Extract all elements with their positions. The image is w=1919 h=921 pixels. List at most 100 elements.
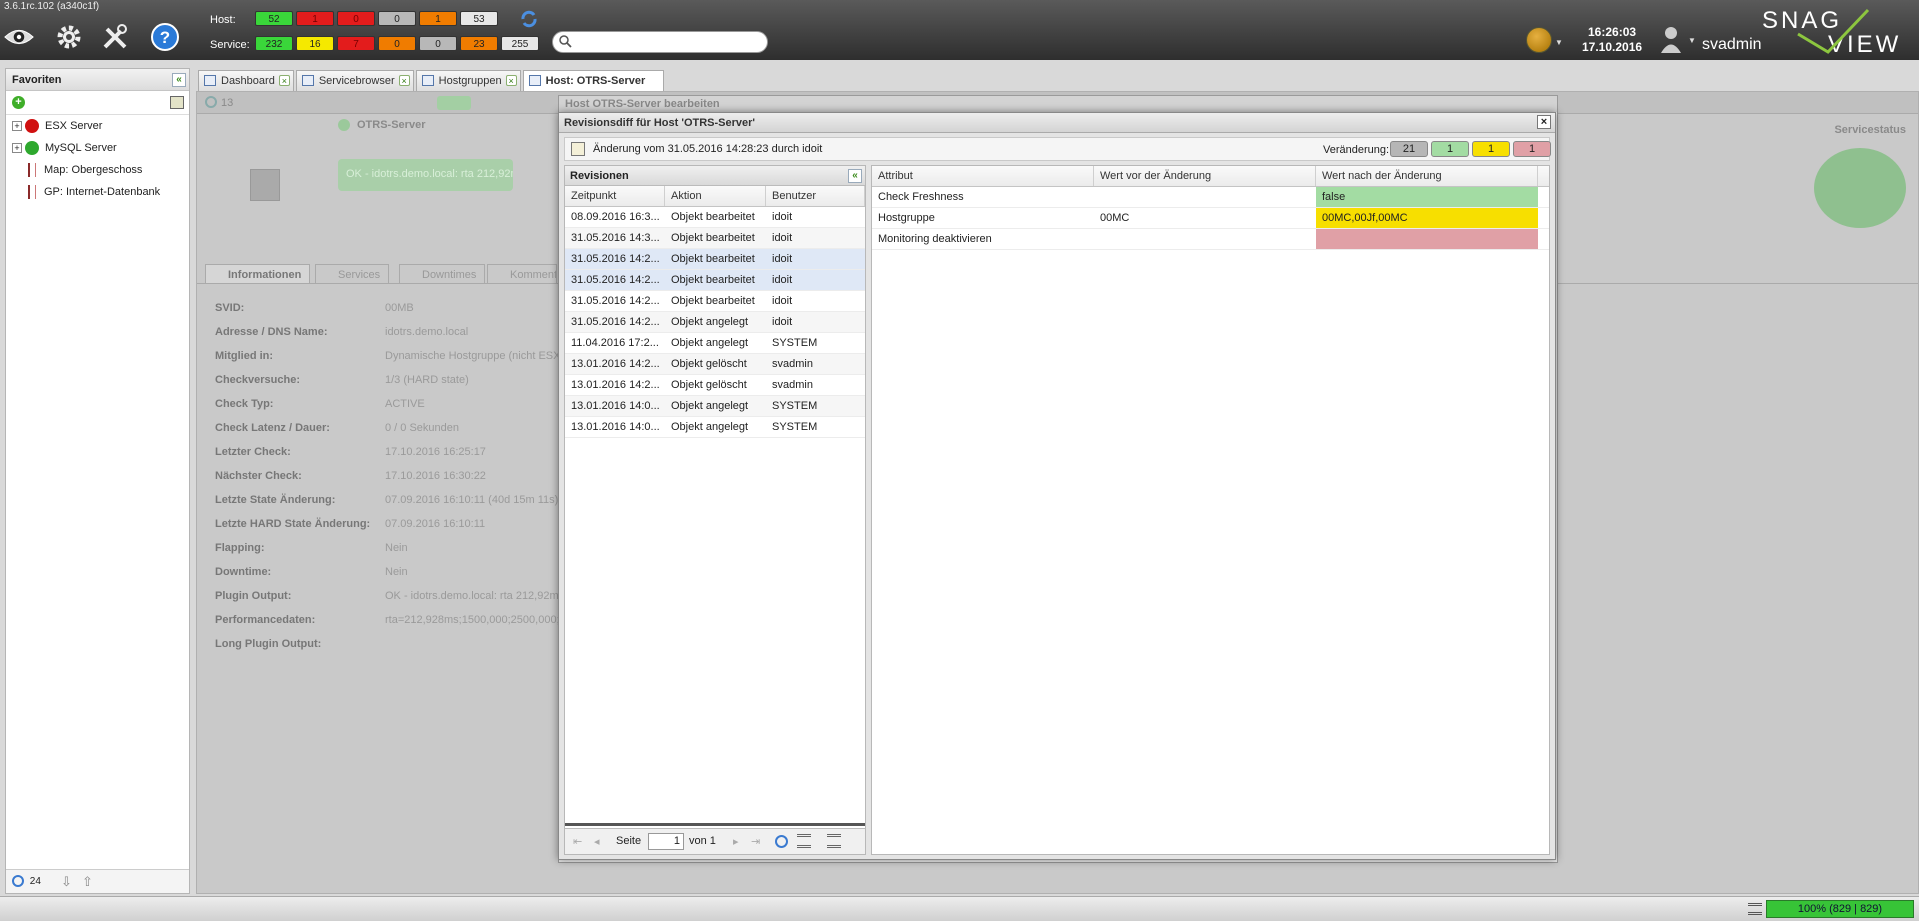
search-input[interactable] bbox=[552, 31, 768, 53]
refresh-icon[interactable] bbox=[775, 835, 788, 848]
column-header-wert-nach[interactable]: Wert nach der Änderung bbox=[1316, 166, 1538, 186]
revision-row[interactable]: 31.05.2016 14:2... Objekt angelegt idoit bbox=[565, 312, 865, 333]
revision-row[interactable]: 31.05.2016 14:2... Objekt bearbeitet idoit bbox=[565, 291, 865, 312]
revision-row[interactable]: 31.05.2016 14:2... Objekt bearbeitet idoit bbox=[565, 249, 865, 270]
info-value: 07.09.2016 16:10:11 (40d 15m 11s) bbox=[385, 494, 559, 506]
tools-icon[interactable] bbox=[100, 22, 130, 52]
tab-services[interactable]: Services bbox=[315, 264, 390, 284]
host-count-total[interactable]: 53 bbox=[460, 11, 498, 26]
revision-action: Objekt bearbeitet bbox=[671, 253, 755, 265]
first-page-icon[interactable]: ⇤ bbox=[573, 835, 582, 848]
chevron-down-icon[interactable]: ▼ bbox=[1688, 36, 1696, 45]
favorite-item-mysql-server[interactable]: + MySQL Server bbox=[6, 137, 189, 159]
column-header-wert-vor[interactable]: Wert vor der Änderung bbox=[1094, 166, 1316, 186]
service-count-ok[interactable]: 232 bbox=[255, 36, 293, 51]
revision-row[interactable]: 08.09.2016 16:3... Objekt bearbeitet idoit bbox=[565, 207, 865, 228]
host-count-up[interactable]: 52 bbox=[255, 11, 293, 26]
revision-row[interactable]: 13.01.2016 14:2... Objekt gelöscht svadmin bbox=[565, 354, 865, 375]
refresh-icon[interactable] bbox=[12, 875, 24, 888]
favorite-item-esx-server[interactable]: + ESX Server bbox=[6, 115, 189, 137]
diff-row[interactable]: Hostgruppe 00MC 00MC,00Jf,00MC bbox=[872, 208, 1549, 229]
page-number-input[interactable]: 1 bbox=[648, 833, 684, 850]
favorite-item-gp-internet-datenbank[interactable]: GP: Internet-Datenbank bbox=[6, 181, 189, 203]
user-icon[interactable] bbox=[1660, 26, 1682, 57]
revision-timestamp: 11.04.2016 17:2... bbox=[571, 337, 659, 349]
tab-downtimes[interactable]: Downtimes bbox=[399, 264, 486, 284]
tab-informationen[interactable]: Informationen bbox=[205, 264, 311, 284]
gear-icon[interactable] bbox=[54, 22, 84, 52]
alarm-icon[interactable] bbox=[1526, 27, 1552, 53]
menu-icon[interactable] bbox=[1748, 903, 1762, 915]
host-count-pending[interactable]: 0 bbox=[378, 11, 416, 26]
host-count-problems[interactable]: 1 bbox=[419, 11, 457, 26]
service-count-unknown[interactable]: 0 bbox=[378, 36, 416, 51]
revision-timestamp: 31.05.2016 14:2... bbox=[571, 316, 660, 328]
revision-user: idoit bbox=[772, 274, 793, 286]
column-header-benutzer[interactable]: Benutzer bbox=[766, 186, 865, 206]
revision-row[interactable]: 13.01.2016 14:0... Objekt angelegt SYSTEM bbox=[565, 396, 865, 417]
next-page-icon[interactable]: ▸ bbox=[733, 835, 739, 848]
add-favorite-icon[interactable]: + bbox=[12, 96, 25, 109]
chevron-down-icon[interactable]: ▼ bbox=[1555, 38, 1563, 47]
page-label: Seite bbox=[616, 835, 642, 847]
service-count-warning[interactable]: 16 bbox=[296, 36, 334, 51]
favorite-label: GP: Internet-Datenbank bbox=[44, 186, 161, 198]
service-count-problems[interactable]: 23 bbox=[460, 36, 498, 51]
diff-attribute: Monitoring deaktivieren bbox=[878, 233, 992, 245]
tab-label: Hostgruppen bbox=[438, 75, 502, 87]
top-bar: 3.6.1rc.102 (a340c1f) ? Host: Service: 5… bbox=[0, 0, 1919, 60]
list-icon[interactable] bbox=[797, 834, 811, 848]
info-value: 17.10.2016 16:25:17 bbox=[385, 446, 486, 458]
table-icon bbox=[301, 75, 314, 86]
expand-icon[interactable]: + bbox=[12, 143, 22, 153]
service-count-total[interactable]: 255 bbox=[501, 36, 539, 51]
diff-row[interactable]: Monitoring deaktivieren bbox=[872, 229, 1549, 250]
host-count-unreachable[interactable]: 0 bbox=[337, 11, 375, 26]
close-icon[interactable]: × bbox=[398, 75, 410, 86]
service-count-pending[interactable]: 0 bbox=[419, 36, 457, 51]
favorites-footer: 24 ⇩ ⇧ bbox=[6, 869, 189, 893]
diff-row[interactable]: Check Freshness false bbox=[872, 187, 1549, 208]
revision-timestamp: 13.01.2016 14:0... bbox=[571, 421, 660, 433]
service-count-critical[interactable]: 7 bbox=[337, 36, 375, 51]
info-key: Downtime: bbox=[215, 566, 272, 578]
tab-label: Host: OTRS-Server bbox=[545, 75, 646, 87]
prev-page-icon[interactable]: ◂ bbox=[594, 835, 600, 848]
tab-host-otrs-server[interactable]: Host: OTRS-Server bbox=[522, 70, 665, 91]
revision-row[interactable]: 13.01.2016 14:2... Objekt gelöscht svadmin bbox=[565, 375, 865, 396]
revision-row[interactable]: 31.05.2016 14:2... Objekt bearbeitet idoit bbox=[565, 270, 865, 291]
refresh-icon[interactable] bbox=[514, 6, 544, 32]
revision-row[interactable]: 11.04.2016 17:2... Objekt angelegt SYSTEM bbox=[565, 333, 865, 354]
username[interactable]: svadmin bbox=[1702, 36, 1762, 54]
revisions-table-header: Zeitpunkt Aktion Benutzer bbox=[565, 186, 865, 207]
status-button[interactable] bbox=[437, 96, 471, 110]
tab-hostgruppen[interactable]: Hostgruppen × bbox=[415, 70, 521, 91]
dialog-title-bar: Revisionsdiff für Host 'OTRS-Server' × bbox=[559, 113, 1555, 133]
revision-row[interactable]: 31.05.2016 14:3... Objekt bearbeitet idoit bbox=[565, 228, 865, 249]
revision-row[interactable]: 13.01.2016 14:0... Objekt angelegt SYSTEM bbox=[565, 417, 865, 438]
eye-icon[interactable] bbox=[4, 22, 34, 52]
favorite-item-map-obergeschoss[interactable]: Map: Obergeschoss bbox=[6, 159, 189, 181]
arrow-up-icon[interactable]: ⇧ bbox=[82, 870, 93, 894]
column-header-attribut[interactable]: Attribut bbox=[872, 166, 1094, 186]
host-count-down[interactable]: 1 bbox=[296, 11, 334, 26]
tab-dashboard[interactable]: Dashboard × bbox=[198, 70, 294, 91]
expand-icon[interactable]: + bbox=[12, 121, 22, 131]
collapse-icon[interactable]: « bbox=[172, 73, 186, 87]
tab-kommentare[interactable]: Kommentare bbox=[487, 264, 557, 284]
close-icon[interactable]: × bbox=[1537, 115, 1551, 129]
collapse-icon[interactable]: « bbox=[848, 169, 862, 183]
tab-servicebrowser[interactable]: Servicebrowser × bbox=[295, 70, 414, 91]
horizontal-scrollbar[interactable] bbox=[565, 823, 865, 826]
column-header-zeitpunkt[interactable]: Zeitpunkt bbox=[565, 186, 665, 206]
arrow-down-icon[interactable]: ⇩ bbox=[61, 870, 72, 894]
close-icon[interactable]: × bbox=[278, 75, 290, 86]
archive-icon[interactable] bbox=[170, 96, 184, 109]
close-icon[interactable]: × bbox=[505, 75, 517, 86]
last-page-icon[interactable]: ⇥ bbox=[751, 835, 760, 848]
info-value: rta=212,928ms;1500,000;2500,000;0 bbox=[385, 614, 566, 626]
column-header-aktion[interactable]: Aktion bbox=[665, 186, 766, 206]
help-icon[interactable]: ? bbox=[150, 22, 180, 52]
export-icon[interactable] bbox=[827, 834, 841, 848]
refresh-icon[interactable] bbox=[205, 96, 217, 108]
